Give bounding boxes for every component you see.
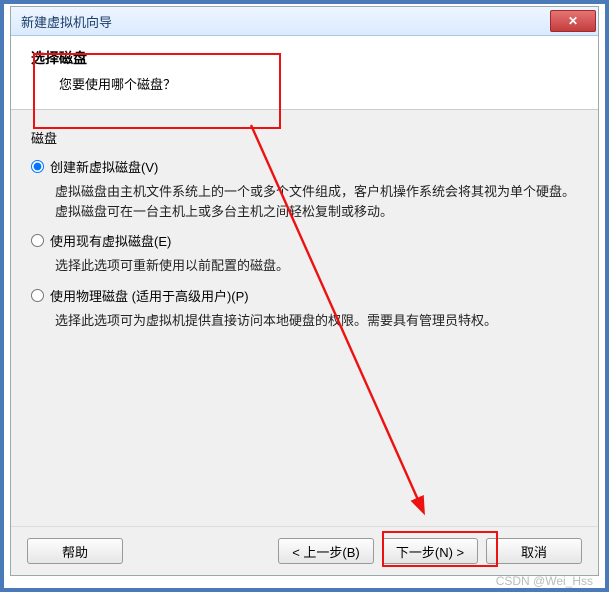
option-physical-desc: 选择此选项可为虚拟机提供直接访问本地硬盘的权限。需要具有管理员特权。 <box>55 311 578 331</box>
window-title: 新建虚拟机向导 <box>21 12 112 31</box>
back-button[interactable]: < 上一步(B) <box>278 538 374 564</box>
option-create-new: 创建新虚拟磁盘(V) 虚拟磁盘由主机文件系统上的一个或多个文件组成，客户机操作系… <box>31 157 578 221</box>
cancel-button[interactable]: 取消 <box>486 538 582 564</box>
option-create-desc: 虚拟磁盘由主机文件系统上的一个或多个文件组成，客户机操作系统会将其视为单个硬盘。… <box>55 182 578 221</box>
watermark: CSDN @Wei_Hss <box>496 574 593 588</box>
option-existing: 使用现有虚拟磁盘(E) 选择此选项可重新使用以前配置的磁盘。 <box>31 231 578 276</box>
option-existing-radio-row[interactable]: 使用现有虚拟磁盘(E) <box>31 231 578 250</box>
option-existing-desc: 选择此选项可重新使用以前配置的磁盘。 <box>55 256 578 276</box>
section-label: 磁盘 <box>31 128 578 147</box>
wizard-body: 磁盘 创建新虚拟磁盘(V) 虚拟磁盘由主机文件系统上的一个或多个文件组成，客户机… <box>11 110 598 530</box>
radio-physical[interactable] <box>31 289 44 302</box>
wizard-footer: 帮助 < 上一步(B) 下一步(N) > 取消 <box>11 526 598 575</box>
option-physical-label: 使用物理磁盘 (适用于高级用户)(P) <box>50 286 249 305</box>
radio-create[interactable] <box>31 160 44 173</box>
option-physical-radio-row[interactable]: 使用物理磁盘 (适用于高级用户)(P) <box>31 286 578 305</box>
option-physical: 使用物理磁盘 (适用于高级用户)(P) 选择此选项可为虚拟机提供直接访问本地硬盘… <box>31 286 578 331</box>
titlebar: 新建虚拟机向导 ✕ <box>11 7 598 36</box>
page-subtitle: 您要使用哪个磁盘？ <box>59 74 598 93</box>
disk-options-group: 创建新虚拟磁盘(V) 虚拟磁盘由主机文件系统上的一个或多个文件组成，客户机操作系… <box>31 157 578 330</box>
wizard-header: 选择磁盘 您要使用哪个磁盘？ <box>11 36 598 110</box>
close-button[interactable]: ✕ <box>550 10 596 32</box>
wizard-dialog: 新建虚拟机向导 ✕ 选择磁盘 您要使用哪个磁盘？ 磁盘 创建新虚拟磁盘(V) 虚… <box>10 6 599 576</box>
close-icon: ✕ <box>568 14 578 28</box>
page-title: 选择磁盘 <box>31 48 598 68</box>
radio-existing[interactable] <box>31 234 44 247</box>
option-existing-label: 使用现有虚拟磁盘(E) <box>50 231 171 250</box>
option-create-radio-row[interactable]: 创建新虚拟磁盘(V) <box>31 157 578 176</box>
option-create-label: 创建新虚拟磁盘(V) <box>50 157 158 176</box>
next-button[interactable]: 下一步(N) > <box>382 538 478 564</box>
help-button[interactable]: 帮助 <box>27 538 123 564</box>
